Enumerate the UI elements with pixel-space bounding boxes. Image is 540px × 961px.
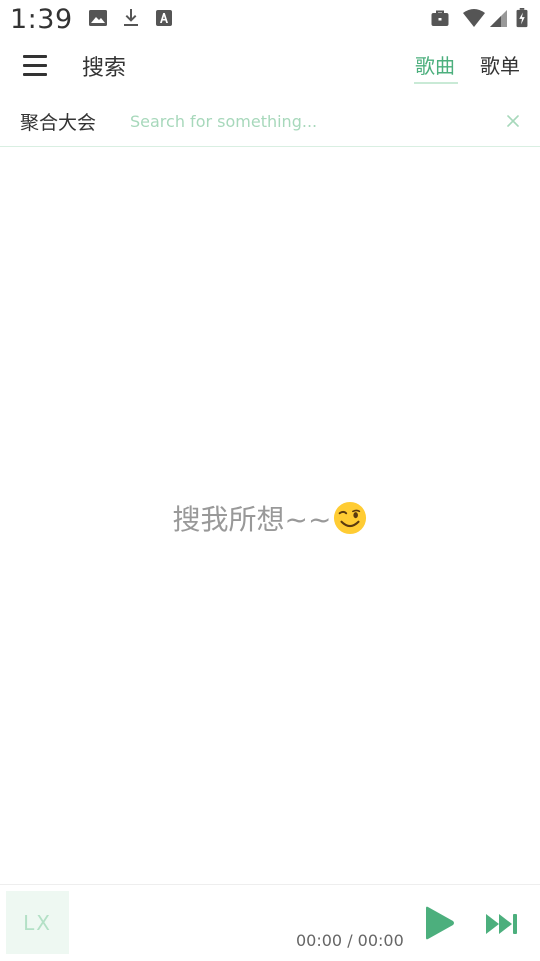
download-icon: [124, 9, 138, 26]
empty-state-text: 搜我所想~~: [172, 503, 332, 536]
cover-text: LX: [23, 910, 52, 935]
signal-icon: [490, 10, 507, 27]
next-track-icon[interactable]: [484, 911, 520, 937]
app-bar: 搜索 歌曲 歌单: [0, 40, 540, 92]
status-time: 1:39: [10, 4, 73, 35]
tab-playlists[interactable]: 歌单: [480, 50, 520, 79]
menu-icon-line: [23, 73, 47, 76]
search-bar: 聚合大会: [0, 96, 540, 147]
album-cover[interactable]: LX: [6, 891, 69, 954]
status-bar: 1:39: [0, 0, 540, 40]
search-input[interactable]: [128, 106, 492, 136]
battery-charging-icon: [516, 8, 528, 28]
briefcase-icon: [431, 10, 449, 26]
tab-songs[interactable]: 歌曲: [415, 50, 455, 79]
menu-button[interactable]: [18, 50, 52, 82]
menu-icon: [23, 55, 47, 58]
image-icon: [89, 10, 107, 26]
source-selector[interactable]: 聚合大会: [20, 108, 96, 135]
page-title: 搜索: [82, 56, 127, 81]
wifi-icon: [463, 9, 485, 27]
player-bar: LX 00:00 / 00:00: [0, 884, 540, 961]
clear-icon[interactable]: [504, 112, 522, 130]
wink-emoji-icon: [334, 501, 367, 535]
empty-state: 搜我所想~~: [0, 498, 540, 538]
play-icon[interactable]: [422, 905, 456, 941]
active-tab-indicator: [414, 82, 458, 84]
font-a-icon: [156, 10, 172, 26]
playback-time: 00:00 / 00:00: [296, 931, 404, 950]
menu-icon-line: [23, 64, 47, 67]
